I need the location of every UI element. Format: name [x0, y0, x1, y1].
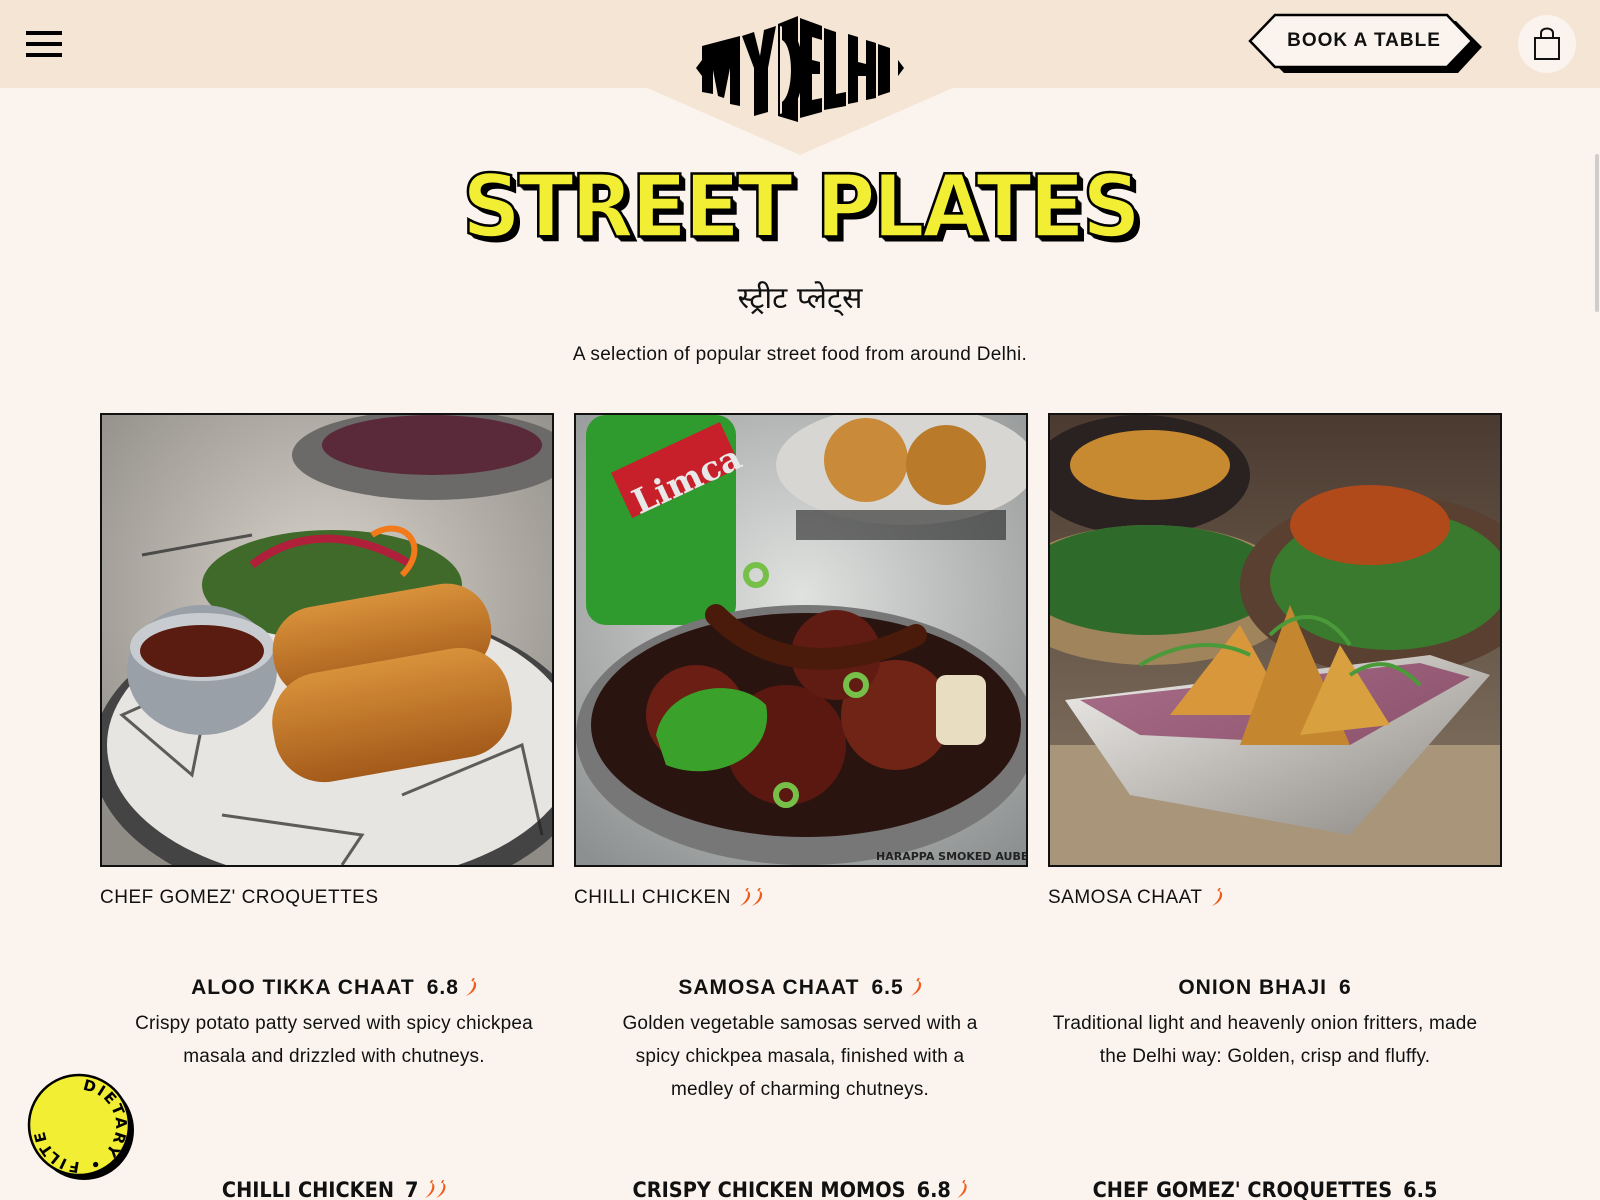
chili-icon — [957, 1180, 967, 1198]
menu-item-name: ONION BHAJI — [1178, 976, 1327, 999]
menu-item-name: CHEF GOMEZ' CROQUETTES — [1092, 1178, 1393, 1200]
menu-item-description: Traditional light and heavenly onion fri… — [1052, 1013, 1478, 1067]
mydelhi-logo[interactable] — [694, 12, 906, 122]
hamburger-icon — [26, 31, 62, 35]
menu-item-price: 7 — [405, 1178, 419, 1200]
chili-icon — [465, 978, 477, 996]
menu-item[interactable]: CHEF GOMEZ' CROQUETTES 6.5 — [1025, 1175, 1505, 1200]
chili-icon — [1211, 888, 1222, 906]
featured-card-croquettes[interactable]: CHEF GOMEZ' CROQUETTES — [100, 413, 554, 909]
featured-caption-text: SAMOSA CHAAT — [1048, 887, 1203, 908]
section-intro: A selection of popular street food from … — [572, 344, 1028, 365]
featured-caption: CHILLI CHICKEN — [574, 887, 1028, 909]
dietary-filters-button[interactable]: DIETARY • FILTERS • — [17, 1056, 134, 1180]
menu-item-heading: SAMOSA CHAAT 6.5 — [580, 973, 1020, 1003]
chili-icon-double — [739, 888, 763, 906]
menu-item-heading: ALOO TIKKA CHAAT 6.8 — [114, 973, 554, 1003]
menu-item-heading: ONION BHAJI 6 — [1045, 973, 1485, 1003]
book-a-table-label: BOOK A TABLE — [1287, 30, 1441, 51]
menu-item-heading: CRISPY CHICKEN MOMOS 6.8 — [598, 1175, 1003, 1200]
menu-item-name: ALOO TIKKA CHAAT — [191, 976, 415, 999]
spice-level-indicator — [1209, 888, 1223, 908]
cart-button[interactable] — [1518, 15, 1576, 73]
menu-item-name: CHILLI CHICKEN — [221, 1178, 395, 1200]
menu-item-price: 6.5 — [1403, 1178, 1438, 1200]
hamburger-menu-button[interactable] — [26, 30, 62, 58]
section-title-hindi: स्ट्रीट प्लेट्स — [737, 281, 863, 316]
menu-item-name: CRISPY CHICKEN MOMOS — [632, 1178, 906, 1200]
menu-item[interactable]: ALOO TIKKA CHAAT 6.8 Crispy potato patty… — [114, 973, 554, 1073]
featured-caption-text: CHEF GOMEZ' CROQUETTES — [100, 887, 379, 908]
section-title: STREET PLATES — [461, 156, 1143, 258]
logo-mark — [696, 16, 904, 122]
menu-item-price: 6.5 — [871, 976, 904, 999]
menu-item-name: SAMOSA CHAAT — [678, 976, 860, 999]
menu-item-price: 6 — [1339, 976, 1352, 999]
menu-item-price: 6.8 — [426, 976, 459, 999]
featured-caption-text: CHILLI CHICKEN — [574, 887, 731, 908]
menu-item[interactable]: CRISPY CHICKEN MOMOS 6.8 — [580, 1175, 1020, 1200]
spice-level-indicator — [737, 888, 763, 908]
menu-item-price: 6.8 — [916, 1178, 951, 1200]
dish-photo-samosa-chaat[interactable] — [1048, 413, 1502, 867]
svg-text:HARAPPA SMOKED AUBERG: HARAPPA SMOKED AUBERG — [876, 850, 1026, 863]
menu-item-description: Golden vegetable samosas served with a s… — [622, 1013, 978, 1100]
dietary-badge-graphic: DIETARY • FILTERS • — [17, 1056, 134, 1180]
menu-item[interactable]: SAMOSA CHAAT 6.5 Golden vegetable samosa… — [580, 973, 1020, 1106]
menu-item[interactable]: ONION BHAJI 6 Traditional light and heav… — [1045, 973, 1485, 1073]
chili-icon — [910, 978, 921, 996]
book-a-table-button[interactable]: BOOK A TABLE — [1248, 13, 1484, 75]
menu-item[interactable]: CHILLI CHICKEN 7 — [114, 1175, 554, 1200]
shopping-bag-icon — [1534, 27, 1560, 60]
dish-photo-croquettes[interactable] — [100, 413, 554, 867]
featured-card-samosa-chaat[interactable]: SAMOSA CHAAT — [1048, 413, 1502, 909]
dish-photo-chilli-chicken[interactable]: Limca HARAPPA SMOKED AUBERG — [574, 413, 1028, 867]
featured-caption: CHEF GOMEZ' CROQUETTES — [100, 887, 554, 909]
featured-caption: SAMOSA CHAAT — [1048, 887, 1502, 909]
menu-item-description: Crispy potato patty served with spicy ch… — [135, 1013, 533, 1067]
menu-item-heading: CHEF GOMEZ' CROQUETTES 6.5 — [1044, 1175, 1486, 1200]
menu-item-heading: CHILLI CHICKEN 7 — [132, 1175, 537, 1200]
featured-card-chilli-chicken[interactable]: Limca HARAPPA SMOKED AUBERG CHILLI CHICK… — [574, 413, 1028, 909]
chili-icon-double — [424, 1180, 446, 1198]
